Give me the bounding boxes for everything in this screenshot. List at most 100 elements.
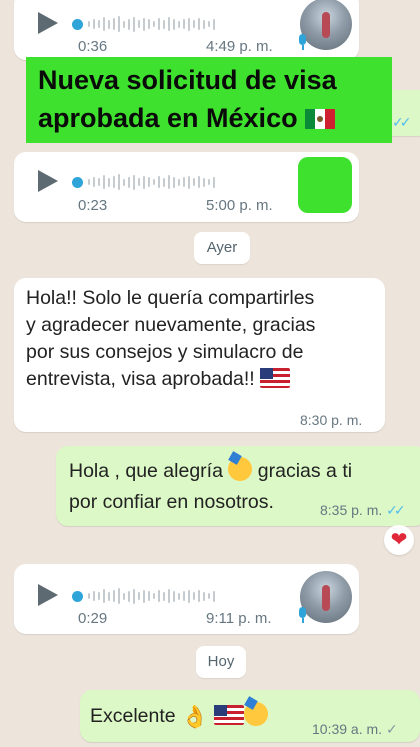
heart-reaction-icon[interactable]: ❤ (384, 525, 414, 555)
waveform-bar (178, 178, 180, 186)
outgoing-message[interactable]: Excelente 👌 10:39 a. m. ✓ (80, 690, 420, 742)
waveform-bar (143, 175, 145, 189)
flag-usa-icon (260, 368, 291, 388)
waveform-bar (118, 588, 120, 604)
waveform-bar (88, 593, 90, 599)
waveform-bar (153, 21, 155, 27)
waveform-bar (193, 592, 195, 600)
waveform-bar (93, 591, 95, 601)
outgoing-message[interactable]: Hola , que alegría gracias a ti por conf… (56, 446, 420, 526)
sender-avatar (300, 0, 352, 50)
message-time: 8:35 p. m. ✓✓ (320, 502, 406, 518)
double-check-icon: ✓✓ (386, 502, 406, 518)
voice-message-3[interactable]: 0:29 9:11 p. m. (14, 564, 359, 634)
waveform-bar (198, 176, 200, 188)
waveform-bar (88, 179, 90, 185)
waveform-bar (188, 175, 190, 189)
voice-waveform[interactable] (72, 171, 215, 193)
waveform-bar (138, 178, 140, 186)
promo-banner: Nueva solicitud de visa aprobada en Méxi… (26, 57, 392, 143)
waveform-bar (198, 590, 200, 602)
message-text: Hola!! Solo le quería compartirles y agr… (26, 287, 316, 390)
waveform-bar (173, 176, 175, 188)
waveform-bar (163, 177, 165, 187)
banner-line-2: aprobada en México (38, 99, 380, 137)
voice-duration: 0:29 (78, 610, 108, 627)
waveform-bar (148, 591, 150, 601)
playhead-dot[interactable] (72, 590, 83, 602)
playhead-dot[interactable] (72, 176, 83, 188)
waveform-bar (113, 18, 115, 30)
message-time: 9:11 p. m. (206, 610, 272, 627)
waveform-bar (153, 179, 155, 185)
waveform-bar (128, 176, 130, 188)
waveform-bar (158, 176, 160, 188)
microphone-icon (297, 34, 307, 50)
waveform-bar (108, 177, 110, 187)
date-separator-yesterday: Ayer (194, 232, 250, 264)
waveform-bar (103, 17, 105, 31)
waveform-bar (148, 177, 150, 187)
waveform-bar (163, 591, 165, 601)
waveform-bar (108, 591, 110, 601)
waveform-bar (193, 20, 195, 28)
waveform-bar (98, 592, 100, 600)
message-text: Excelente 👌 (90, 702, 268, 730)
voice-waveform[interactable] (72, 13, 215, 35)
waveform-bar (213, 590, 215, 602)
waveform-bar (98, 178, 100, 186)
waveform-bar (168, 17, 170, 31)
date-separator-today: Hoy (196, 646, 246, 678)
waveform-bar (88, 21, 90, 27)
waveform-bar (158, 590, 160, 602)
waveform-bar (128, 18, 130, 30)
incoming-message[interactable]: Hola!! Solo le quería compartirles y agr… (14, 278, 385, 432)
waveform-bar (138, 592, 140, 600)
voice-waveform[interactable] (72, 585, 215, 607)
waveform-bar (113, 176, 115, 188)
waveform-bar (123, 20, 125, 28)
message-text: Hola , que alegría gracias a ti (69, 457, 414, 485)
waveform-bar (123, 178, 125, 186)
waveform-bar (188, 17, 190, 31)
message-time: 10:39 a. m. ✓ (312, 721, 398, 737)
party-face-icon (228, 457, 253, 481)
message-time: 8:30 p. m. (300, 412, 363, 428)
flag-mexico-icon (305, 109, 336, 129)
ok-hand-icon: 👌 (181, 704, 209, 729)
waveform-bar (193, 178, 195, 186)
flag-usa-icon (213, 705, 244, 725)
avatar-placeholder (298, 157, 352, 213)
voice-message-2[interactable]: 0:23 5:00 p. m. (14, 152, 359, 222)
waveform-bar (153, 593, 155, 599)
party-face-icon (243, 702, 268, 726)
waveform-bar (158, 18, 160, 30)
waveform-bar (213, 176, 215, 188)
waveform-bar (103, 589, 105, 603)
waveform-bar (93, 177, 95, 187)
waveform-bar (208, 179, 210, 185)
waveform-bar (98, 20, 100, 28)
play-icon[interactable] (38, 584, 58, 606)
voice-message-1[interactable]: 0:36 4:49 p. m. (14, 0, 359, 60)
waveform-bar (133, 588, 135, 604)
playhead-dot[interactable] (72, 18, 83, 30)
waveform-bar (183, 591, 185, 601)
voice-duration: 0:36 (78, 38, 108, 55)
waveform-bar (183, 177, 185, 187)
waveform-bar (173, 590, 175, 602)
waveform-bar (208, 593, 210, 599)
play-icon[interactable] (38, 170, 58, 192)
play-icon[interactable] (38, 12, 58, 34)
waveform-bar (198, 18, 200, 30)
waveform-bar (203, 177, 205, 187)
waveform-bar (178, 20, 180, 28)
waveform-bar (93, 19, 95, 29)
waveform-bar (168, 589, 170, 603)
waveform-bar (118, 174, 120, 190)
message-text-line-2: por confiar en nosotros. (69, 491, 274, 513)
banner-line-1: Nueva solicitud de visa (38, 65, 337, 95)
waveform-bar (123, 592, 125, 600)
waveform-bar (168, 175, 170, 189)
waveform-bar (188, 589, 190, 603)
